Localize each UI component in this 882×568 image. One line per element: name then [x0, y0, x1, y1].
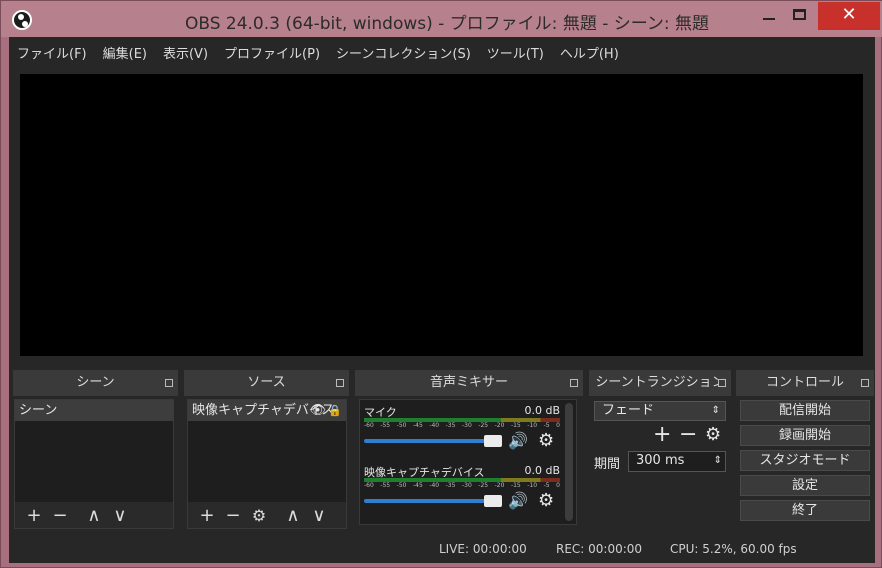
settings-button[interactable]: 設定: [740, 475, 870, 496]
start-recording-button[interactable]: 録画開始: [740, 425, 870, 446]
gear-icon[interactable]: ⚙: [538, 490, 554, 511]
maximize-button[interactable]: [779, 2, 819, 30]
float-icon[interactable]: [570, 379, 578, 387]
obs-window: OBS 24.0.3 (64-bit, windows) - プロファイル: 無…: [0, 0, 882, 568]
live-status: LIVE: 00:00:00: [439, 542, 527, 556]
studio-mode-button[interactable]: スタジオモード: [740, 450, 870, 471]
scene-item[interactable]: シーン: [15, 400, 173, 421]
channel-db: 0.0 dB: [524, 404, 560, 417]
meter-scale: -60 -55 -50 -45 -40 -35 -30 -25 -20 -15 -10 -5 0: [364, 422, 560, 429]
audio-mixer-dock: 音声ミキサー マイク 0.0 dB -60 -55 -50 -45 -40 -35 -30-…: [355, 370, 583, 532]
sources-list: 映像キャプチャデバイス 👁 🔒 + − ⚙ ∧ ∨: [187, 399, 347, 529]
menu-profile[interactable]: プロファイル(P): [224, 43, 320, 62]
status-bar: LIVE: 00:00:00 REC: 00:00:00 CPU: 5.2%, …: [9, 539, 875, 561]
exit-button[interactable]: 終了: [740, 500, 870, 521]
eye-icon[interactable]: 👁: [309, 400, 326, 421]
speaker-icon[interactable]: 🔊: [508, 431, 528, 450]
move-up-icon[interactable]: ∧: [280, 505, 306, 526]
float-icon[interactable]: [861, 379, 869, 387]
duration-spinbox[interactable]: 300 ms ⇕: [628, 451, 726, 472]
add-icon[interactable]: +: [21, 505, 47, 526]
gear-icon[interactable]: ⚙: [705, 424, 721, 445]
menu-scene-collection[interactable]: シーンコレクション(S): [336, 43, 471, 62]
cpu-status: CPU: 5.2%, 60.00 fps: [670, 542, 797, 556]
move-down-icon[interactable]: ∨: [107, 505, 133, 526]
remove-icon[interactable]: −: [47, 505, 73, 526]
duration-value: 300 ms: [636, 453, 685, 468]
menu-edit[interactable]: 編集(E): [103, 43, 147, 62]
menu-tools[interactable]: ツール(T): [487, 43, 544, 62]
controls-dock: コントロール 配信開始 録画開始 スタジオモード 設定 終了: [736, 370, 874, 532]
preview-canvas[interactable]: [20, 74, 863, 356]
float-icon[interactable]: [165, 379, 173, 387]
mixer-dock-title: 音声ミキサー: [429, 375, 508, 390]
transition-select[interactable]: フェード ⇕: [594, 401, 726, 421]
channel-db: 0.0 dB: [524, 464, 560, 477]
start-streaming-button[interactable]: 配信開始: [740, 400, 870, 421]
volume-slider[interactable]: [364, 439, 500, 443]
scenes-dock-header: シーン: [13, 370, 178, 396]
sources-dock-header: ソース: [184, 370, 349, 396]
volume-handle[interactable]: [484, 435, 502, 447]
duration-label: 期間: [594, 457, 621, 472]
lock-icon[interactable]: 🔒: [328, 400, 342, 421]
menu-bar: ファイル(F) 編集(E) 表示(V) プロファイル(P) シーンコレクション(…: [9, 37, 875, 67]
maximize-icon: [792, 9, 806, 20]
meter-scale: -60 -55 -50 -45 -40 -35 -30 -25 -20 -15 -10 -5 0: [364, 482, 560, 489]
speaker-icon[interactable]: 🔊: [508, 491, 528, 510]
menu-file[interactable]: ファイル(F): [17, 43, 87, 62]
title-bar[interactable]: OBS 24.0.3 (64-bit, windows) - プロファイル: 無…: [1, 1, 882, 37]
main-area: ファイル(F) 編集(E) 表示(V) プロファイル(P) シーンコレクション(…: [9, 37, 875, 563]
chevron-updown-icon: ⇕: [711, 405, 720, 416]
remove-icon[interactable]: −: [220, 505, 246, 526]
spin-arrows-icon[interactable]: ⇕: [714, 452, 722, 470]
close-button[interactable]: ✕: [818, 2, 880, 30]
gear-icon[interactable]: ⚙: [538, 430, 554, 451]
menu-help[interactable]: ヘルプ(H): [560, 43, 619, 62]
transitions-dock-header: シーントランジション: [589, 370, 731, 396]
move-down-icon[interactable]: ∨: [306, 505, 332, 526]
close-icon: ✕: [841, 4, 857, 25]
minimize-icon: [763, 18, 775, 20]
add-transition-icon[interactable]: +: [653, 422, 671, 447]
remove-transition-icon[interactable]: −: [679, 422, 697, 447]
move-up-icon[interactable]: ∧: [81, 505, 107, 526]
menu-view[interactable]: 表示(V): [163, 43, 208, 62]
transitions-dock-title: シーントランジション: [595, 375, 725, 390]
gear-icon[interactable]: ⚙: [246, 506, 272, 525]
sources-toolbar: + − ⚙ ∧ ∨: [188, 502, 346, 528]
scenes-list: シーン + − ∧ ∨: [14, 399, 174, 529]
transition-select-value: フェード: [602, 403, 655, 418]
scenes-dock: シーン シーン + − ∧ ∨: [13, 370, 178, 532]
source-item[interactable]: 映像キャプチャデバイス 👁 🔒: [188, 400, 346, 421]
mixer-channel-capture: 映像キャプチャデバイス 0.0 dB -60 -55 -50 -45 -40 -35 -30…: [364, 464, 560, 520]
mixer-panel: マイク 0.0 dB -60 -55 -50 -45 -40 -35 -30 -25 -20 -1…: [359, 399, 577, 525]
scenes-dock-title: シーン: [76, 375, 115, 390]
controls-dock-header: コントロール: [736, 370, 874, 396]
float-icon[interactable]: [718, 379, 726, 387]
rec-status: REC: 00:00:00: [556, 542, 643, 556]
transitions-dock: シーントランジション フェード ⇕ + − ⚙ 期間 300 ms ⇕: [589, 370, 731, 532]
volume-slider[interactable]: [364, 499, 500, 503]
mixer-scrollbar[interactable]: [565, 403, 573, 521]
sources-dock: ソース 映像キャプチャデバイス 👁 🔒 + − ⚙ ∧ ∨: [184, 370, 349, 532]
controls-dock-title: コントロール: [765, 375, 844, 390]
mixer-channel-mic: マイク 0.0 dB -60 -55 -50 -45 -40 -35 -30 -25 -20 -1…: [364, 404, 560, 460]
add-icon[interactable]: +: [194, 505, 220, 526]
sources-dock-title: ソース: [247, 375, 286, 390]
float-icon[interactable]: [336, 379, 344, 387]
scenes-toolbar: + − ∧ ∨: [15, 502, 173, 528]
mixer-dock-header: 音声ミキサー: [355, 370, 583, 396]
volume-handle[interactable]: [484, 495, 502, 507]
